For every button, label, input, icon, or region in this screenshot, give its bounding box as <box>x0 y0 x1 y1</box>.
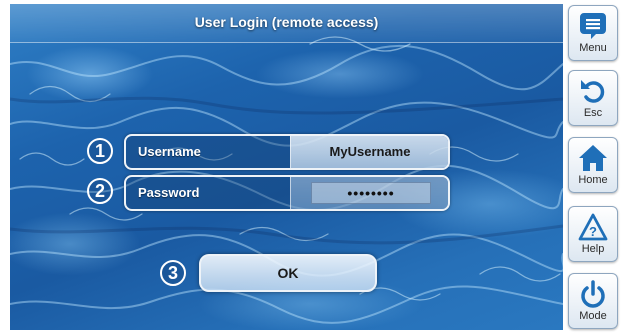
sidebar-item-home[interactable]: Home <box>568 137 618 193</box>
username-label: Username <box>138 144 201 159</box>
username-value: MyUsername <box>329 144 411 159</box>
password-field[interactable]: •••••••• <box>290 177 448 209</box>
undo-icon <box>581 80 605 103</box>
username-field[interactable]: MyUsername <box>290 136 448 168</box>
sidebar-item-label: Home <box>578 174 608 186</box>
sidebar-item-esc[interactable]: Esc <box>568 70 618 126</box>
password-input[interactable]: •••••••• <box>311 182 431 204</box>
sidebar-item-menu[interactable]: Menu <box>568 5 618 61</box>
password-row[interactable]: Password •••••••• <box>124 175 450 211</box>
sidebar-item-mode[interactable]: Mode <box>568 273 618 329</box>
help-warning-icon: ? <box>578 213 608 241</box>
step-badge-3: 3 <box>160 260 186 286</box>
power-icon <box>581 280 605 308</box>
password-masked-value: •••••••• <box>347 185 395 201</box>
login-screen: User Login (remote access) 1 2 3 Usernam… <box>0 0 621 334</box>
ok-button[interactable]: OK <box>199 254 377 292</box>
sidebar-item-help[interactable]: ? Help <box>568 206 618 262</box>
username-row[interactable]: Username MyUsername <box>124 134 450 170</box>
menu-icon <box>580 13 606 39</box>
step-badge-1: 1 <box>87 138 113 164</box>
svg-text:?: ? <box>589 224 597 239</box>
page-title: User Login (remote access) <box>194 14 379 30</box>
password-label: Password <box>138 185 200 200</box>
sidebar-item-label: Esc <box>583 107 603 119</box>
sidebar-item-label: Help <box>581 243 605 255</box>
step-badge-2: 2 <box>87 178 113 204</box>
sidebar-item-label: Mode <box>579 310 607 322</box>
home-icon <box>579 145 607 171</box>
sidebar-item-label: Menu <box>579 42 607 54</box>
